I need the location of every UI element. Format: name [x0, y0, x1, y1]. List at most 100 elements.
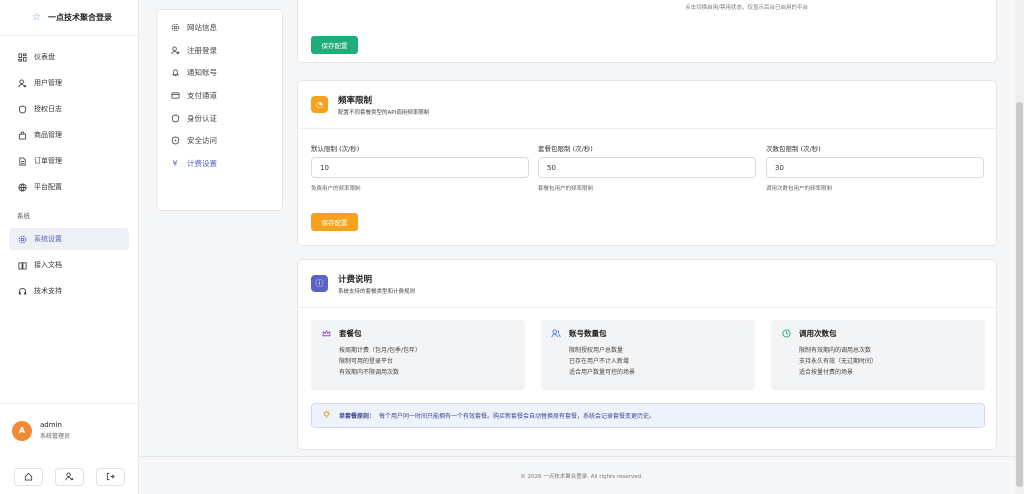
nav-label: 仪表盘: [34, 53, 55, 61]
billing-card: ⓘ 计费说明 系统支持的套餐类型和计费规则 套餐包 按周期计费（包月/包季/包年…: [297, 259, 997, 450]
logout-icon: [106, 472, 115, 483]
profile-button[interactable]: [55, 468, 84, 486]
shield-log-icon: [17, 104, 27, 114]
package-limit-input[interactable]: 50: [538, 157, 756, 178]
plan-title: 套餐包: [321, 328, 515, 339]
billing-title: 计费说明: [338, 274, 373, 285]
notice-text: 每个用户同一时间只能拥有一个有效套餐。购买新套餐会自动替换原有套餐，系统会记录套…: [379, 413, 656, 420]
field-help: 免费用户的频率限制: [311, 186, 361, 192]
rate-limit-card: ◔ 频率限制 配置不同套餐类型的API调用频率限制 默认限制 (次/秒) 10 …: [297, 80, 997, 246]
settings-item-billing[interactable]: ¥ 计费设置: [157, 152, 282, 175]
user-profile[interactable]: A admin 系统管理员: [0, 403, 139, 457]
count-limit-input[interactable]: 30: [766, 157, 984, 178]
settings-item-notify[interactable]: 通知账号: [157, 61, 282, 84]
settings-label: 身份认证: [187, 113, 217, 123]
settings-label: 通知账号: [187, 68, 217, 78]
bell-icon: [170, 68, 180, 78]
scrollbar[interactable]: [1015, 0, 1024, 494]
nav-item-products[interactable]: 商品管理: [9, 124, 129, 146]
settings-label: 计费设置: [187, 158, 217, 168]
nav-item-platform[interactable]: 平台配置: [9, 176, 129, 198]
footer: © 2026 一点技术聚合登录. All rights reserved.: [139, 456, 1024, 494]
platform-card: 点击切换启用/禁用状态，仅显示后台已启用的平台 保存配置: [297, 0, 997, 63]
user-add-icon: [170, 45, 180, 55]
nav-item-dashboard[interactable]: 仪表盘: [9, 46, 129, 68]
nav-label: 技术支持: [34, 287, 62, 295]
settings-label: 网站信息: [187, 22, 217, 32]
field-label: 次数包限制 (次/秒): [766, 145, 821, 153]
order-icon: [17, 156, 27, 166]
avatar: A: [12, 420, 32, 441]
plan-line: 适合用户数量可控的场景: [569, 369, 636, 376]
plan-account: 账号数量包 限制授权用户总数量 已存在用户不计入新增 适合用户数量可控的场景: [541, 320, 755, 390]
scrollbar-thumb[interactable]: [1016, 102, 1023, 487]
default-limit-input[interactable]: 10: [311, 157, 529, 178]
nav-item-support[interactable]: 技术支持: [9, 280, 129, 302]
settings-menu: 网站信息 注册登录 通知账号 支付通道 身份认证 安全访问 ¥ 计费设置: [156, 9, 283, 211]
plan-line: 按周期计费（包月/包季/包年）: [339, 347, 422, 354]
headset-icon: [17, 286, 27, 296]
plan-title: 账号数量包: [551, 328, 745, 339]
user-role: 系统管理员: [40, 433, 71, 440]
billing-subtitle: 系统支持的套餐类型和计费规则: [338, 288, 416, 295]
nav-item-system-settings[interactable]: 系统设置: [9, 228, 129, 250]
plan-calls: 调用次数包 限制有效期内的调用总次数 支持永久有效（无过期时间） 适合按量付费的…: [771, 320, 985, 390]
shield-icon: [170, 113, 180, 123]
star-icon: ☆: [32, 12, 41, 23]
rate-limit-title: 频率限制: [338, 95, 373, 106]
settings-label: 安全访问: [187, 136, 217, 146]
lightbulb-icon: [322, 410, 331, 421]
user-name: admin: [40, 421, 62, 429]
nav-section-system: 系统: [17, 212, 30, 220]
save-rate-button[interactable]: 保存配置: [311, 213, 358, 231]
nav-label: 订单管理: [34, 157, 62, 165]
field-label: 套餐包限制 (次/秒): [538, 145, 593, 153]
user-icon: [65, 471, 74, 483]
billing-header: ⓘ 计费说明 系统支持的套餐类型和计费规则: [298, 260, 996, 308]
nav-item-docs[interactable]: 接入文档: [9, 254, 129, 276]
nav-label: 系统设置: [34, 235, 62, 243]
plan-line: 限制有效期内的调用总次数: [799, 347, 872, 354]
plan-line: 有效期内不限调用次数: [339, 369, 400, 376]
single-plan-notice: 单套餐原则： 每个用户同一时间只能拥有一个有效套餐。购买新套餐会自动替换原有套餐…: [311, 403, 985, 428]
users-icon: [551, 329, 561, 339]
field-help: 调用次数包用户的频率限制: [766, 186, 833, 192]
notice-bold: 单套餐原则：: [339, 413, 376, 420]
info-icon: ⓘ: [311, 275, 328, 292]
lock-shield-icon: [170, 136, 180, 146]
settings-label: 支付通道: [187, 90, 217, 100]
brand[interactable]: ☆ 一点技术聚合登录: [0, 0, 138, 36]
package-limit-field: 套餐包限制 (次/秒) 50 套餐包用户的频率限制: [538, 143, 756, 192]
nav-item-users[interactable]: 用户管理: [9, 72, 129, 94]
nav-item-orders[interactable]: 订单管理: [9, 150, 129, 172]
settings-item-security[interactable]: 安全访问: [157, 129, 282, 152]
gear-icon: [170, 22, 180, 32]
plan-line: 支持永久有效（无过期时间）: [799, 358, 878, 365]
plan-title-text: 账号数量包: [569, 329, 607, 338]
home-icon: [24, 472, 33, 483]
nav-label: 平台配置: [34, 183, 62, 191]
sidebar: ☆ 一点技术聚合登录 仪表盘 用户管理 授权日志 商品管理 订单管理 平台配置 …: [0, 0, 139, 494]
book-icon: [17, 260, 27, 270]
settings-item-payment[interactable]: 支付通道: [157, 84, 282, 107]
yen-icon: ¥: [172, 158, 178, 168]
bottom-actions: [0, 468, 139, 486]
settings-item-identity[interactable]: 身份认证: [157, 107, 282, 130]
home-button[interactable]: [14, 468, 43, 486]
settings-item-register[interactable]: 注册登录: [157, 39, 282, 62]
globe-icon: [17, 182, 27, 192]
nav-item-auth-log[interactable]: 授权日志: [9, 98, 129, 120]
logout-button[interactable]: [96, 468, 125, 486]
plan-line: 限制可用的登录平台: [339, 358, 394, 365]
settings-label: 注册登录: [187, 45, 217, 55]
nav-label: 接入文档: [34, 261, 62, 269]
settings-item-site-info[interactable]: 网站信息: [157, 16, 282, 39]
plan-package: 套餐包 按周期计费（包月/包季/包年） 限制可用的登录平台 有效期内不限调用次数: [311, 320, 525, 390]
default-limit-field: 默认限制 (次/秒) 10 免费用户的频率限制: [311, 143, 529, 192]
user-manage-icon: [17, 78, 27, 88]
rate-limit-header: ◔ 频率限制 配置不同套餐类型的API调用频率限制: [298, 81, 996, 129]
footer-text: © 2026 一点技术聚合登录. All rights reserved.: [520, 473, 643, 480]
save-platform-button[interactable]: 保存配置: [311, 36, 358, 54]
plan-line: 适合按量付费的场景: [799, 369, 854, 376]
dashboard-icon: [17, 52, 27, 62]
